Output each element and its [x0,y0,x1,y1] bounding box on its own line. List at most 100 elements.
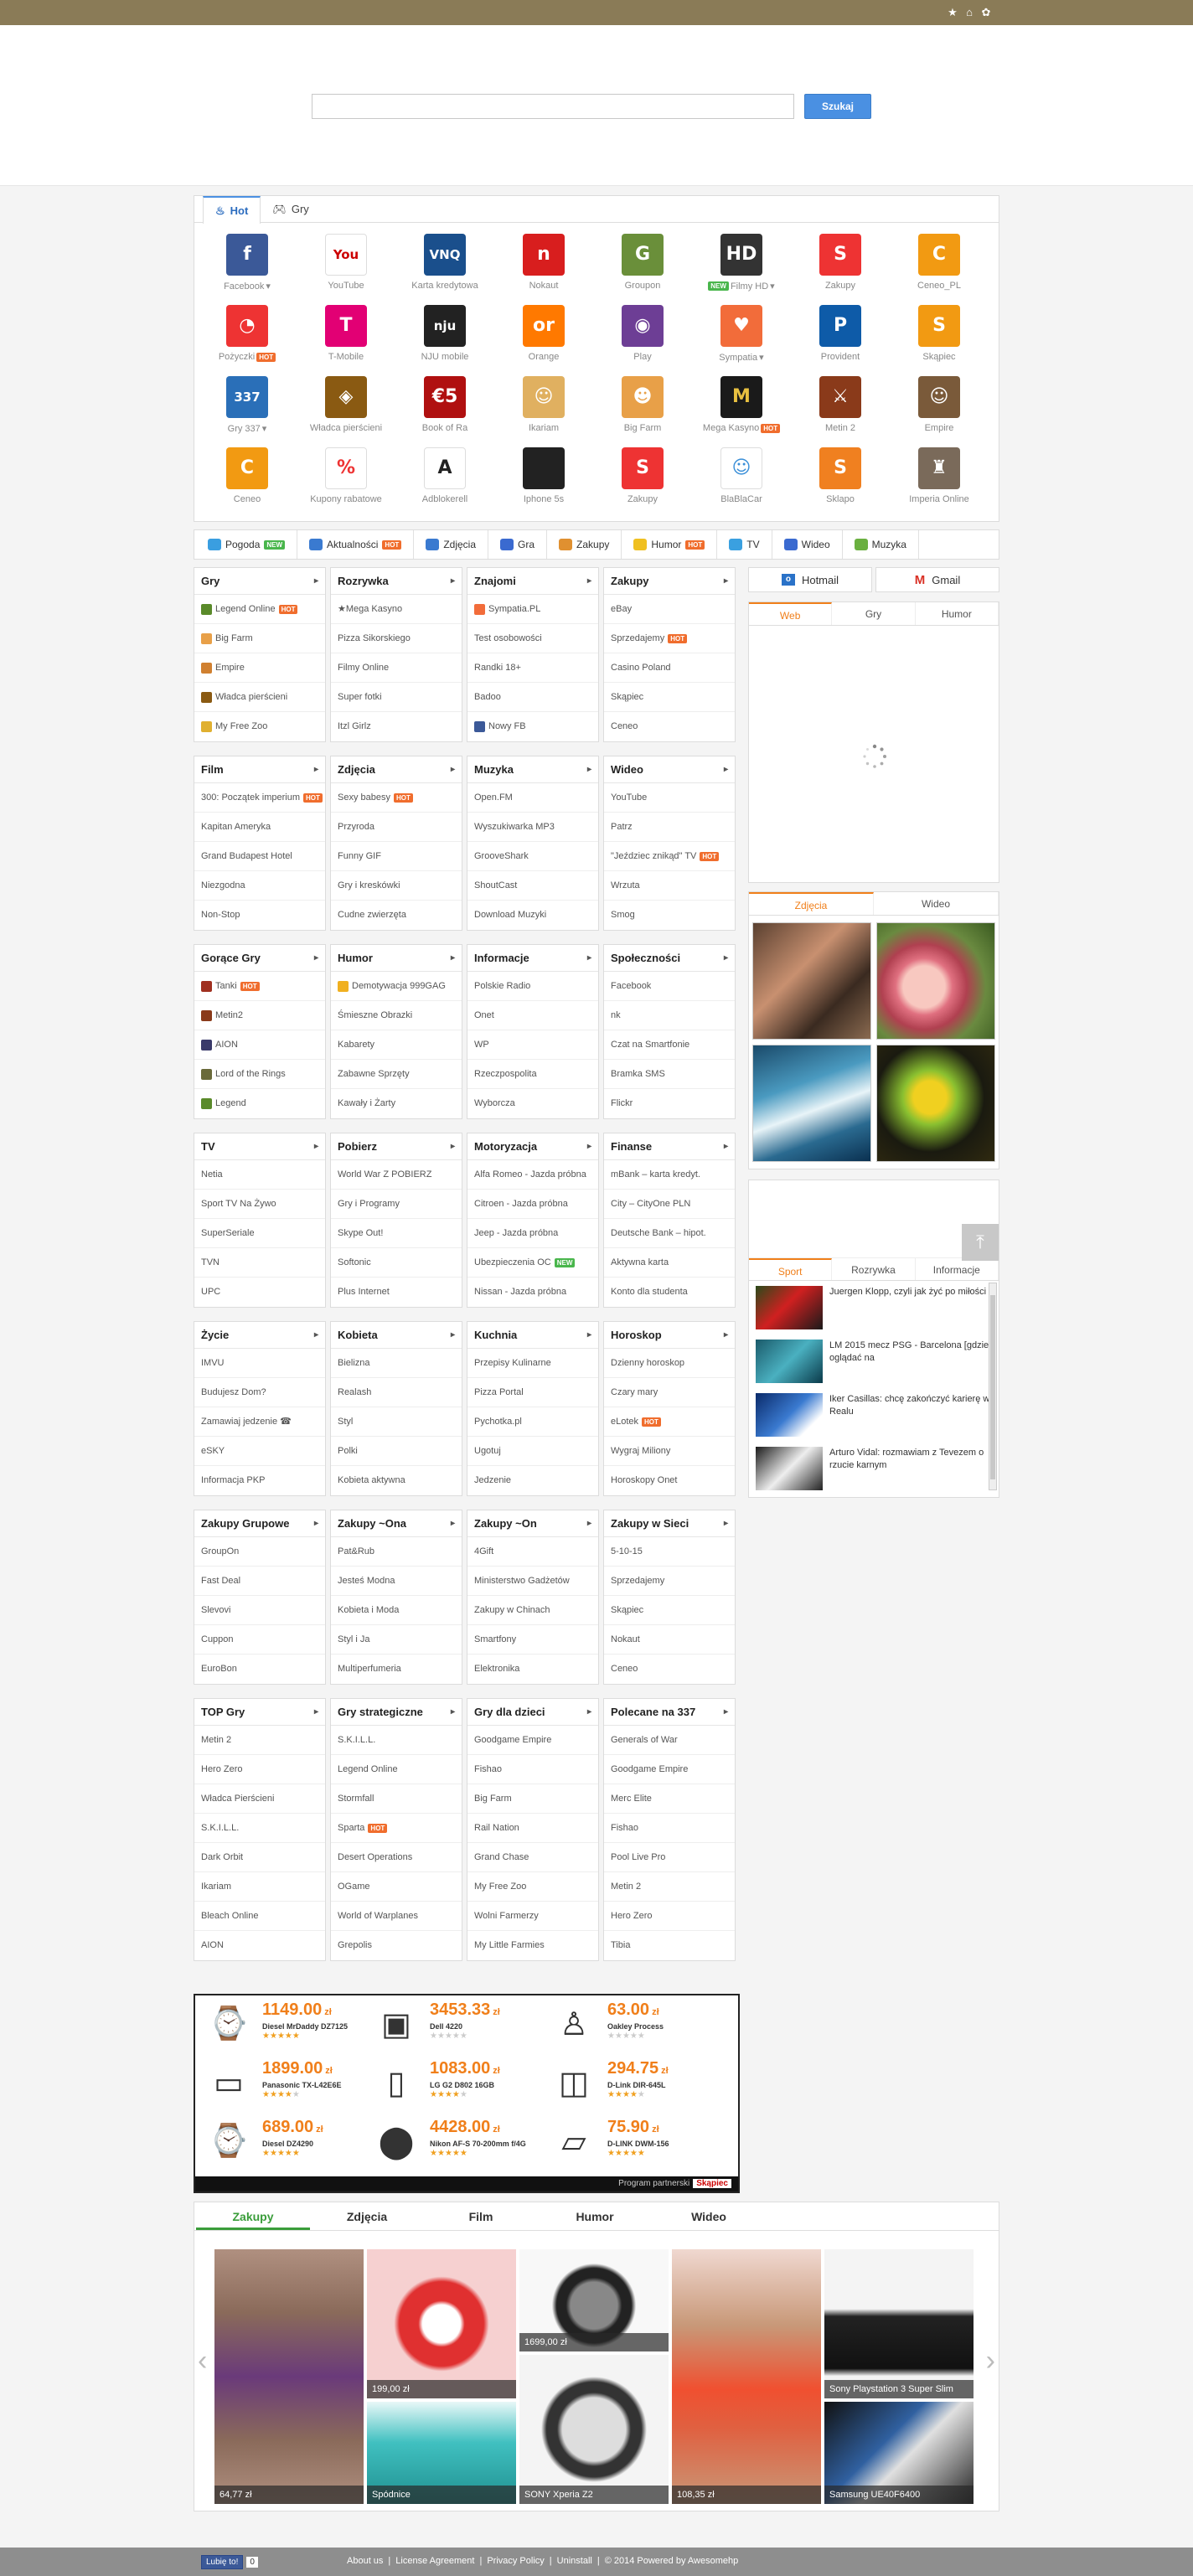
link-box-item[interactable]: Nissan - Jazda próbna [467,1278,598,1307]
photo-thumbnail[interactable] [752,922,871,1040]
link-box-item[interactable]: My Little Farmies [467,1931,598,1960]
quick-link[interactable]: ♥ Sympatia ▾ [692,305,791,376]
link-box-item[interactable]: City – CityOne PLN [604,1190,735,1219]
link-box-item[interactable]: Sport TV Na Żywo [194,1190,325,1219]
link-box-item[interactable]: Sexy babesy HOT [331,783,462,813]
link-box-item[interactable]: Ceneo [604,712,735,741]
link-box-item[interactable]: 5-10-15 [604,1537,735,1567]
link-box-item[interactable]: Kapitan Ameryka [194,813,325,842]
link-box-title[interactable]: Zakupy w Sieci [604,1510,735,1537]
footer-link-uninstall[interactable]: Uninstall [557,2556,592,2566]
ad-product[interactable]: ▱ 75.90 zł D-LINK DWM-156 ★★★★★ [547,2118,723,2176]
link-box-item[interactable]: Rzeczpospolita [467,1060,598,1089]
link-box-item[interactable]: Legend Online HOT [194,595,325,624]
quick-link[interactable]: S Skąpiec [890,305,989,376]
quick-link[interactable]: nju NJU mobile [395,305,494,376]
link-box-title[interactable]: Rozrywka [331,568,462,595]
quick-link[interactable]: €5 Book of Ra [395,376,494,447]
quick-link[interactable]: ◔ Pożyczki HOT [198,305,297,376]
link-box-item[interactable]: Polskie Radio [467,972,598,1001]
link-box-item[interactable]: Przyroda [331,813,462,842]
link-box-item[interactable]: UPC [194,1278,325,1307]
quick-link[interactable]: ⚔ Metin 2 [791,376,890,447]
link-box-title[interactable]: Kobieta [331,1322,462,1349]
news-item[interactable]: Iker Casillas: chcę zakończyć karierę w … [749,1388,999,1442]
photo-thumbnail[interactable] [752,1045,871,1162]
gear-icon[interactable]: ✿ [980,6,992,19]
link-box-item[interactable]: Hero Zero [604,1902,735,1931]
news-item[interactable]: Arturo Vidal: rozmawiam z Tevezem o rzuc… [749,1442,999,1492]
link-box-item[interactable]: My Free Zoo [467,1872,598,1902]
tab-humor[interactable]: Humor [916,602,999,625]
link-box-item[interactable]: Styl [331,1407,462,1437]
quick-link[interactable]: M Mega Kasyno HOT [692,376,791,447]
link-box-item[interactable]: Dark Orbit [194,1843,325,1872]
tab-pogoda[interactable]: Pogoda NEW [196,530,298,559]
link-box-item[interactable]: Władca Pierścieni [194,1784,325,1814]
link-box-item[interactable]: Onet [467,1001,598,1030]
link-box-item[interactable]: Facebook [604,972,735,1001]
link-box-item[interactable]: Grepolis [331,1931,462,1960]
link-box-item[interactable]: nk [604,1001,735,1030]
link-box-title[interactable]: Zakupy [604,568,735,595]
link-box-item[interactable]: eSKY [194,1437,325,1466]
link-box-item[interactable]: Polki [331,1437,462,1466]
link-box-title[interactable]: Motoryzacja [467,1133,598,1160]
tab-web[interactable]: Web [749,602,833,625]
link-box-item[interactable]: Czary mary [604,1378,735,1407]
link-box-item[interactable]: Patrz [604,813,735,842]
scroll-to-top-button[interactable]: ⤒ [962,1224,999,1261]
hotmail-button[interactable]: o Hotmail [748,567,872,592]
link-box-item[interactable]: ★Mega Kasyno [331,595,462,624]
link-box-item[interactable]: Metin 2 [604,1872,735,1902]
link-box-item[interactable]: Kabarety [331,1030,462,1060]
link-box-item[interactable]: Bleach Online [194,1902,325,1931]
link-box-item[interactable]: Zamawiaj jedzenie ☎ [194,1407,325,1437]
tab-games[interactable]: 🎮︎ Gry [261,196,320,223]
tab-gry[interactable]: Gry [832,602,916,625]
link-box-item[interactable]: Fast Deal [194,1567,325,1596]
link-box-item[interactable]: Sprzedajemy [604,1567,735,1596]
link-box-item[interactable]: Legend Online [331,1755,462,1784]
quick-link[interactable]: f Facebook ▾ [198,234,297,305]
tab-zakupy[interactable]: Zakupy [547,530,622,559]
link-box-item[interactable]: Kobieta aktywna [331,1466,462,1495]
link-box-item[interactable]: mBank – karta kredyt. [604,1160,735,1190]
quick-link[interactable]: S Zakupy [593,447,692,519]
quick-link[interactable]: ♜ Imperia Online [890,447,989,519]
link-box-item[interactable]: My Free Zoo [194,712,325,741]
ad-product[interactable]: ⌚ 689.00 zł Diesel DZ4290 ★★★★★ [202,2118,378,2176]
link-box-item[interactable]: Multiperfumeria [331,1655,462,1684]
link-box-item[interactable]: Goodgame Empire [467,1726,598,1755]
link-box-title[interactable]: Humor [331,945,462,972]
link-box-item[interactable]: Wrzuta [604,871,735,901]
link-box-title[interactable]: Gry strategiczne [331,1699,462,1726]
quick-link[interactable]: HD NEW Filmy HD ▾ [692,234,791,305]
tab-carousel-zakupy[interactable]: Zakupy [196,2202,310,2230]
tab-carousel-zdjecia[interactable]: Zdjęcia [310,2202,424,2230]
link-box-item[interactable]: Plus Internet [331,1278,462,1307]
link-box-item[interactable]: SuperSeriale [194,1219,325,1248]
link-box-item[interactable]: 300: Początek imperium HOT [194,783,325,813]
link-box-item[interactable]: Aktywna karta [604,1248,735,1278]
link-box-title[interactable]: TV [194,1133,325,1160]
link-box-title[interactable]: Informacje [467,945,598,972]
link-box-item[interactable]: Dzienny horoskop [604,1349,735,1378]
star-icon[interactable]: ★ [947,6,958,19]
link-box-item[interactable]: Big Farm [467,1784,598,1814]
link-box-item[interactable]: Slevovi [194,1596,325,1625]
carousel-item[interactable]: SONY Xperia Z2 [519,2355,669,2504]
quick-link[interactable]: ◉ Play [593,305,692,376]
link-box-title[interactable]: Horoskop [604,1322,735,1349]
quick-link[interactable]: or Orange [494,305,593,376]
link-box-item[interactable]: Zakupy w Chinach [467,1596,598,1625]
link-box-title[interactable]: Kuchnia [467,1322,598,1349]
link-box-item[interactable]: Wygraj Miliony [604,1437,735,1466]
link-box-item[interactable]: Konto dla studenta [604,1278,735,1307]
photo-thumbnail[interactable] [876,1045,995,1162]
link-box-item[interactable]: Stormfall [331,1784,462,1814]
quick-link[interactable]: VNQ Karta kredytowa [395,234,494,305]
ad-product[interactable]: ⬤ 4428.00 zł Nikon AF-S 70-200mm f/4G ★★★★★ [369,2118,545,2176]
link-box-item[interactable]: Gry i kreskówki [331,871,462,901]
link-box-item[interactable]: Budujesz Dom? [194,1378,325,1407]
